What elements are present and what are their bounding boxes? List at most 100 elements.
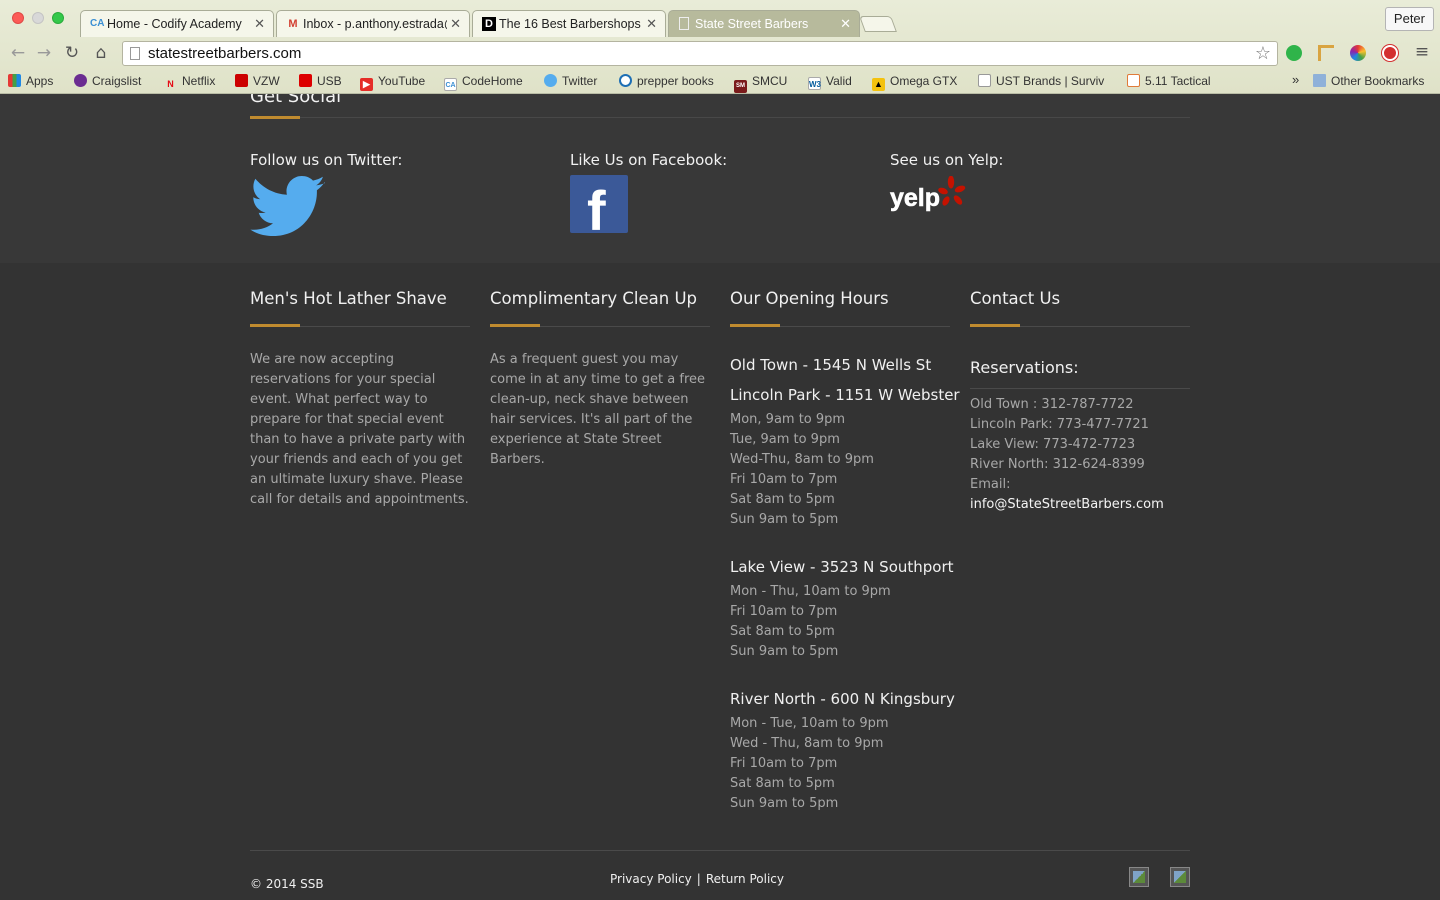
bookmark-ust-brands[interactable]: UST Brands | Surviv <box>978 74 1110 88</box>
tab-gmail[interactable]: M Inbox - p.anthony.estrada@ ✕ <box>276 10 470 37</box>
bookmarks-overflow-chevron[interactable]: » <box>1292 72 1299 87</box>
tab-codify[interactable]: CA Home - Codify Academy ✕ <box>80 10 274 37</box>
hours-line: Sat 8am to 5pm <box>730 624 835 639</box>
hours-line: Sun 9am to 5pm <box>730 644 839 659</box>
close-tab-icon[interactable]: ✕ <box>840 16 851 32</box>
toolbar: ← → ↻ ⌂ statestreetbarbers.com ☆ ≡ <box>0 37 1440 69</box>
cleanup-title: Complimentary Clean Up <box>490 289 698 308</box>
url-text[interactable]: statestreetbarbers.com <box>148 45 301 62</box>
location-lincoln-park: Lincoln Park - 1151 W Webster <box>730 386 960 404</box>
bookmark-omega-gtx[interactable]: ▲ Omega GTX <box>872 74 957 91</box>
privacy-policy-link[interactable]: Privacy Policy <box>610 872 692 886</box>
tab-title: State Street Barbers <box>695 17 809 31</box>
evernote-extension-icon[interactable] <box>1286 45 1302 61</box>
d-favicon-icon: D <box>482 17 496 31</box>
bookmark-codehome[interactable]: CA CodeHome <box>444 74 523 91</box>
twitter-bird-icon[interactable] <box>250 176 326 236</box>
contact-list: Old Town : 312-787-7722 Lincoln Park: 77… <box>970 395 1164 515</box>
bookmark-label: 5.11 Tactical <box>1145 74 1211 88</box>
adblock-extension-icon[interactable] <box>1382 45 1398 61</box>
tab-barbershops[interactable]: D The 16 Best Barbershops i ✕ <box>472 10 666 37</box>
hours-list-river-north: Mon - Tue, 10am to 9pm Wed - Thu, 8am to… <box>730 714 889 814</box>
close-tab-icon[interactable]: ✕ <box>646 16 657 32</box>
hours-line: Sat 8am to 5pm <box>730 776 835 791</box>
divider <box>300 117 1190 118</box>
bookmark-netflix[interactable]: N Netflix <box>164 74 215 91</box>
ruler-extension-icon[interactable] <box>1318 45 1334 61</box>
bookmark-usb[interactable]: USB <box>299 74 342 88</box>
bookmark-label: CodeHome <box>462 74 523 88</box>
accent-underline <box>490 324 540 327</box>
divider <box>780 326 950 327</box>
menu-icon[interactable]: ≡ <box>1412 42 1432 62</box>
page-icon <box>679 17 689 30</box>
broken-image-icon[interactable] <box>1170 867 1190 887</box>
close-window-button[interactable] <box>12 12 24 24</box>
tab-state-street-barbers[interactable]: State Street Barbers ✕ <box>668 10 860 37</box>
bookmark-label: prepper books <box>637 74 714 88</box>
minimize-window-button[interactable] <box>32 12 44 24</box>
tab-bar: CA Home - Codify Academy ✕ M Inbox - p.a… <box>0 0 1440 37</box>
home-icon[interactable]: ⌂ <box>91 43 111 63</box>
bookmark-511-tactical[interactable]: 5.11 Tactical <box>1127 74 1211 88</box>
bookmark-vzw[interactable]: VZW <box>235 74 280 88</box>
hours-list-lincoln-park: Mon, 9am to 9pm Tue, 9am to 9pm Wed-Thu,… <box>730 410 874 530</box>
divider <box>970 388 1190 389</box>
shave-description: We are now accepting reservations for yo… <box>250 352 469 507</box>
footer-divider <box>250 850 1190 851</box>
bookmark-youtube[interactable]: ▶ YouTube <box>360 74 425 91</box>
hours-line: Sat 8am to 5pm <box>730 492 835 507</box>
social-title: Get Social <box>250 94 342 107</box>
profile-button[interactable]: Peter <box>1384 7 1434 31</box>
bookmark-label: VZW <box>253 74 280 88</box>
tab-title: The 16 Best Barbershops i <box>499 17 643 31</box>
bookmark-craigslist[interactable]: Craigslist <box>74 74 141 88</box>
bookmark-star-icon[interactable]: ☆ <box>1255 43 1271 64</box>
hours-line: Sun 9am to 5pm <box>730 512 839 527</box>
accent-underline <box>250 324 300 327</box>
color-picker-extension-icon[interactable] <box>1350 45 1366 61</box>
hours-line: Mon, 9am to 9pm <box>730 412 846 427</box>
reload-icon[interactable]: ↻ <box>62 43 82 63</box>
back-arrow-icon[interactable]: ← <box>8 43 28 63</box>
bookmark-label: YouTube <box>378 74 426 88</box>
new-tab-button[interactable] <box>859 16 897 32</box>
close-tab-icon[interactable]: ✕ <box>254 16 265 32</box>
bookmark-label: Twitter <box>562 74 598 88</box>
bookmark-label: Apps <box>26 74 54 88</box>
bookmark-label: Other Bookmarks <box>1331 74 1425 88</box>
email-link[interactable]: info@StateStreetBarbers.com <box>970 495 1164 515</box>
zoom-window-button[interactable] <box>52 12 64 24</box>
bookmark-prepper-books[interactable]: prepper books <box>619 74 714 88</box>
browser-chrome: CA Home - Codify Academy ✕ M Inbox - p.a… <box>0 0 1440 94</box>
yelp-logo-icon[interactable]: yelp <box>889 176 967 216</box>
prepper-icon <box>619 74 632 87</box>
facebook-icon[interactable]: f <box>570 175 628 233</box>
hours-line: Sun 9am to 5pm <box>730 796 839 811</box>
location-river-north: River North - 600 N Kingsbury <box>730 690 955 708</box>
bookmark-smcu[interactable]: SM SMCU <box>734 74 787 93</box>
bookmark-apps[interactable]: Apps <box>8 74 53 88</box>
location-lake-view: Lake View - 3523 N Southport <box>730 558 954 576</box>
page-icon <box>978 74 991 87</box>
forward-arrow-icon[interactable]: → <box>34 43 54 63</box>
broken-image-icon[interactable] <box>1129 867 1149 887</box>
other-bookmarks[interactable]: Other Bookmarks <box>1313 74 1424 88</box>
contact-title: Contact Us <box>970 289 1061 308</box>
peace-sign-icon <box>74 74 87 87</box>
bookmark-twitter[interactable]: Twitter <box>544 74 597 88</box>
return-policy-link[interactable]: Return Policy <box>706 872 784 886</box>
yelp-label: See us on Yelp: <box>890 151 1004 169</box>
hours-list-lake-view: Mon - Thu, 10am to 9pm Fri 10am to 7pm S… <box>730 582 891 662</box>
tab-title: Inbox - p.anthony.estrada@ <box>303 17 447 31</box>
bookmark-label: SMCU <box>752 74 788 88</box>
address-bar[interactable]: statestreetbarbers.com ☆ <box>122 41 1278 66</box>
yelp-wordmark: yelp <box>890 184 940 212</box>
close-tab-icon[interactable]: ✕ <box>450 16 461 32</box>
bookmark-label: Omega GTX <box>890 74 958 88</box>
bookmark-valid[interactable]: W3 Valid <box>808 74 852 90</box>
codify-favicon-icon: CA <box>90 18 105 29</box>
shave-title: Men's Hot Lather Shave <box>250 289 447 308</box>
hours-line: Wed-Thu, 8am to 9pm <box>730 452 874 467</box>
reservations-title: Reservations: <box>970 358 1079 377</box>
